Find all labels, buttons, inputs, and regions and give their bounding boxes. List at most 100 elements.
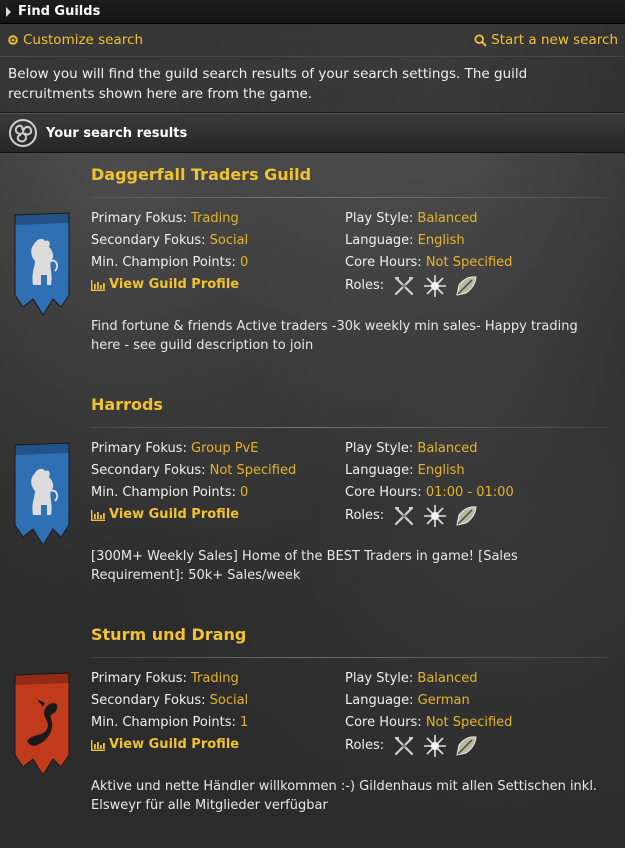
dps-role-icon[interactable] bbox=[454, 274, 478, 298]
primary-focus-value: Trading bbox=[191, 211, 239, 226]
search-toolbar: Customize search Start a new search bbox=[0, 24, 625, 56]
primary-focus-label: Primary Fokus: bbox=[91, 211, 191, 226]
champion-points-row: Min. Champion Points: 1 bbox=[91, 712, 248, 734]
guild-description: Find fortune & friends Active traders -3… bbox=[91, 319, 578, 353]
language-value: English bbox=[417, 463, 465, 478]
core-hours-label: Core Hours: bbox=[345, 255, 426, 270]
language-value: English bbox=[417, 233, 465, 248]
secondary-focus-label: Secondary Fokus: bbox=[91, 463, 210, 478]
bar-chart-icon bbox=[91, 739, 105, 751]
guild-info-right: Play Style: Balanced Language: English C… bbox=[345, 438, 514, 528]
play-style-value: Balanced bbox=[417, 671, 478, 686]
divider bbox=[91, 657, 607, 658]
roles-row: Roles: bbox=[345, 734, 512, 758]
language-label: Language: bbox=[345, 693, 418, 708]
play-style-label: Play Style: bbox=[345, 441, 418, 456]
play-style-value: Balanced bbox=[417, 211, 478, 226]
healer-role-icon[interactable] bbox=[423, 274, 447, 298]
gear-icon bbox=[8, 35, 18, 45]
triskelion-icon bbox=[9, 119, 37, 147]
guild-info-left: Primary Fokus: Group PvE Secondary Fokus… bbox=[91, 438, 296, 526]
bar-chart-icon bbox=[91, 509, 105, 521]
guild-info-left: Primary Fokus: Trading Secondary Fokus: … bbox=[91, 668, 248, 756]
roles-label: Roles: bbox=[345, 508, 385, 523]
tank-role-icon[interactable] bbox=[392, 734, 416, 758]
find-guilds-window: Find Guilds Customize search Start a new… bbox=[0, 0, 625, 843]
secondary-focus-label: Secondary Fokus: bbox=[91, 233, 210, 248]
roles-label: Roles: bbox=[345, 278, 385, 293]
tank-role-icon[interactable] bbox=[392, 504, 416, 528]
collapse-triangle-icon[interactable] bbox=[6, 6, 11, 17]
healer-role-icon[interactable] bbox=[423, 504, 447, 528]
language-row: Language: English bbox=[345, 230, 512, 252]
guild-entry: Harrods Primary Fokus: Group PvE Seconda… bbox=[0, 383, 625, 613]
core-hours-value: 01:00 - 01:00 bbox=[425, 485, 514, 500]
roles-row: Roles: bbox=[345, 274, 512, 298]
language-row: Language: German bbox=[345, 690, 512, 712]
view-guild-profile-link[interactable]: View Guild Profile bbox=[91, 274, 248, 296]
customize-search-link[interactable]: Customize search bbox=[7, 32, 143, 48]
primary-focus-row: Primary Fokus: Trading bbox=[91, 668, 248, 690]
primary-focus-row: Primary Fokus: Group PvE bbox=[91, 438, 296, 460]
core-hours-label: Core Hours: bbox=[345, 485, 426, 500]
guild-info-right: Play Style: Balanced Language: German Co… bbox=[345, 668, 512, 758]
tank-role-icon[interactable] bbox=[392, 274, 416, 298]
view-guild-profile-label: View Guild Profile bbox=[109, 737, 240, 752]
guild-name[interactable]: Harrods bbox=[91, 395, 163, 414]
window-titlebar[interactable]: Find Guilds bbox=[0, 0, 625, 24]
core-hours-row: Core Hours: Not Specified bbox=[345, 712, 512, 734]
champion-points-row: Min. Champion Points: 0 bbox=[91, 252, 248, 274]
guild-name[interactable]: Sturm und Drang bbox=[91, 625, 246, 644]
core-hours-label: Core Hours: bbox=[345, 715, 426, 730]
language-label: Language: bbox=[345, 233, 418, 248]
customize-search-label: Customize search bbox=[23, 32, 143, 48]
play-style-row: Play Style: Balanced bbox=[345, 208, 512, 230]
primary-focus-label: Primary Fokus: bbox=[91, 441, 191, 456]
results-header-title: Your search results bbox=[46, 125, 188, 141]
language-label: Language: bbox=[345, 463, 418, 478]
dps-role-icon[interactable] bbox=[454, 504, 478, 528]
secondary-focus-row: Secondary Fokus: Social bbox=[91, 230, 248, 252]
divider bbox=[91, 427, 607, 428]
core-hours-row: Core Hours: 01:00 - 01:00 bbox=[345, 482, 514, 504]
guild-info-left: Primary Fokus: Trading Secondary Fokus: … bbox=[91, 208, 248, 296]
secondary-focus-value: Social bbox=[209, 693, 249, 708]
view-guild-profile-link[interactable]: View Guild Profile bbox=[91, 504, 296, 526]
champion-points-value: 0 bbox=[240, 485, 249, 500]
champion-points-label: Min. Champion Points: bbox=[91, 715, 241, 730]
view-guild-profile-link[interactable]: View Guild Profile bbox=[91, 734, 248, 756]
guild-banner-icon bbox=[14, 442, 70, 545]
core-hours-value: Not Specified bbox=[425, 255, 513, 270]
language-value: German bbox=[417, 693, 470, 708]
start-new-search-link[interactable]: Start a new search bbox=[474, 32, 618, 48]
window-title: Find Guilds bbox=[18, 4, 101, 19]
guild-name[interactable]: Daggerfall Traders Guild bbox=[91, 165, 311, 184]
guild-info-right: Play Style: Balanced Language: English C… bbox=[345, 208, 512, 298]
champion-points-row: Min. Champion Points: 0 bbox=[91, 482, 296, 504]
primary-focus-label: Primary Fokus: bbox=[91, 671, 191, 686]
champion-points-label: Min. Champion Points: bbox=[91, 255, 241, 270]
secondary-focus-row: Secondary Fokus: Social bbox=[91, 690, 248, 712]
healer-role-icon[interactable] bbox=[423, 734, 447, 758]
bar-chart-icon bbox=[91, 279, 105, 291]
primary-focus-row: Primary Fokus: Trading bbox=[91, 208, 248, 230]
core-hours-value: Not Specified bbox=[425, 715, 513, 730]
view-guild-profile-label: View Guild Profile bbox=[109, 277, 240, 292]
divider bbox=[91, 197, 607, 198]
intro-text: Below you will find the guild search res… bbox=[0, 56, 625, 113]
champion-points-label: Min. Champion Points: bbox=[91, 485, 241, 500]
guild-entry: Daggerfall Traders Guild Primary Fokus: … bbox=[0, 153, 625, 383]
search-icon bbox=[474, 33, 487, 47]
play-style-label: Play Style: bbox=[345, 671, 418, 686]
guild-description: [300M+ Weekly Sales] Home of the BEST Tr… bbox=[91, 549, 518, 583]
language-row: Language: English bbox=[345, 460, 514, 482]
secondary-focus-value: Social bbox=[209, 233, 249, 248]
roles-label: Roles: bbox=[345, 738, 385, 753]
secondary-focus-row: Secondary Fokus: Not Specified bbox=[91, 460, 296, 482]
guild-description: Aktive und nette Händler willkommen :-) … bbox=[91, 779, 598, 813]
secondary-focus-value: Not Specified bbox=[209, 463, 297, 478]
guild-entry: Sturm und Drang Primary Fokus: Trading S… bbox=[0, 613, 625, 843]
view-guild-profile-label: View Guild Profile bbox=[109, 507, 240, 522]
results-header: Your search results bbox=[0, 113, 625, 153]
dps-role-icon[interactable] bbox=[454, 734, 478, 758]
